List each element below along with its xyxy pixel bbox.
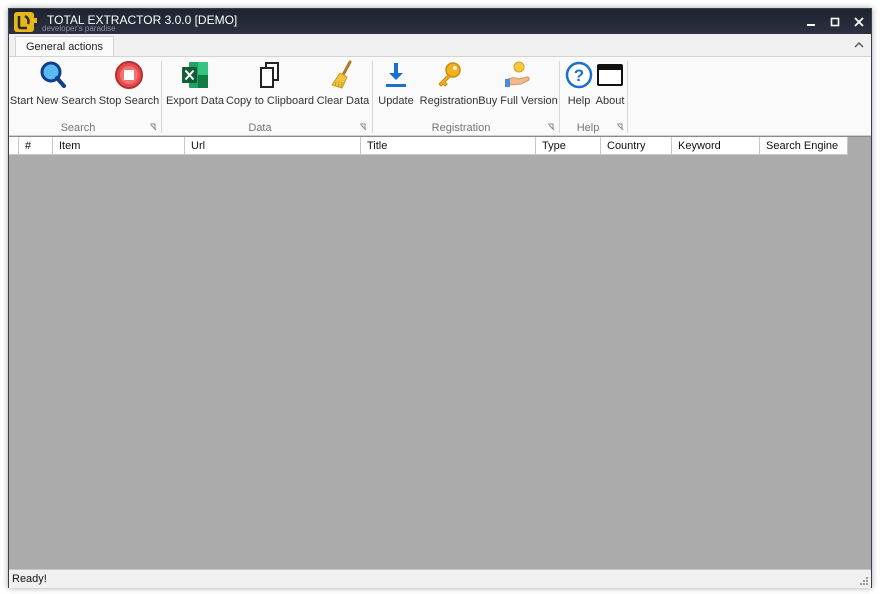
copy-to-clipboard-button[interactable]: Copy to Clipboard [225, 59, 315, 111]
collapse-ribbon-icon[interactable] [853, 39, 865, 51]
app-window: TOTAL EXTRACTOR 3.0.0 [DEMO] developer's… [8, 8, 872, 588]
group-label-search: Search [60, 122, 96, 134]
hand-coin-icon [502, 59, 534, 91]
row-header-column [9, 137, 19, 155]
stop-icon [113, 59, 145, 91]
registration-label: Registration [419, 95, 479, 107]
column-header-keyword[interactable]: Keyword [672, 137, 760, 155]
status-text: Ready! [12, 573, 47, 585]
buy-full-version-label: Buy Full Version [478, 95, 558, 107]
update-label: Update [378, 95, 414, 107]
resize-grip-icon[interactable] [859, 576, 869, 586]
stop-search-button[interactable]: Stop Search [97, 59, 161, 111]
ribbon-tab-strip: General actions [9, 34, 871, 57]
column-header-title[interactable]: Title [361, 137, 536, 155]
export-data-label: Export Data [165, 95, 225, 107]
close-icon [854, 16, 864, 27]
results-grid[interactable]: # Item Url Title Type Country Keyword Se… [9, 136, 871, 569]
group-label-registration: Registration [431, 122, 491, 134]
group-divider [627, 61, 628, 133]
column-header-url[interactable]: Url [185, 137, 361, 155]
copy-to-clipboard-label: Copy to Clipboard [225, 95, 315, 107]
broom-icon [327, 59, 359, 91]
group-divider [372, 61, 373, 133]
buy-full-version-button[interactable]: Buy Full Version [478, 59, 558, 111]
about-button[interactable]: About [594, 59, 626, 111]
magnifier-icon [37, 59, 69, 91]
copy-icon [254, 59, 286, 91]
start-new-search-button[interactable]: Start New Search [9, 59, 97, 111]
help-icon: ? [563, 59, 595, 91]
clear-data-button[interactable]: Clear Data [315, 59, 371, 111]
grid-header-row: # Item Url Title Type Country Keyword Se… [9, 137, 848, 155]
help-label: Help [567, 95, 591, 107]
key-icon [433, 59, 465, 91]
window-icon [594, 59, 626, 91]
data-group-launcher-icon[interactable] [359, 123, 367, 131]
column-header-index[interactable]: # [19, 137, 53, 155]
search-group-launcher-icon[interactable] [149, 123, 157, 131]
start-new-search-label: Start New Search [9, 95, 97, 107]
group-divider [161, 61, 162, 133]
excel-icon [179, 59, 211, 91]
download-icon [380, 59, 412, 91]
column-header-item[interactable]: Item [53, 137, 185, 155]
logo-subtitle: developer's paradise [42, 24, 116, 33]
maximize-button[interactable] [823, 9, 847, 34]
status-bar: Ready! [9, 569, 871, 588]
close-button[interactable] [847, 9, 871, 34]
help-group-launcher-icon[interactable] [616, 123, 624, 131]
ribbon-panel: Start New Search Stop Search Search Expo… [9, 56, 871, 136]
stop-search-label: Stop Search [98, 95, 160, 107]
about-label: About [595, 95, 625, 107]
title-bar[interactable]: TOTAL EXTRACTOR 3.0.0 [DEMO] developer's… [9, 9, 871, 34]
column-header-country[interactable]: Country [601, 137, 672, 155]
group-label-data: Data [248, 122, 272, 134]
svg-text:?: ? [574, 66, 584, 85]
clear-data-label: Clear Data [316, 95, 370, 107]
group-divider [559, 61, 560, 133]
update-button[interactable]: Update [377, 59, 415, 111]
group-label-help: Help [576, 122, 600, 134]
export-data-button[interactable]: Export Data [165, 59, 225, 111]
registration-button[interactable]: Registration [417, 59, 481, 111]
minimize-icon [807, 23, 815, 26]
app-logo-icon [14, 12, 37, 32]
registration-group-launcher-icon[interactable] [547, 123, 555, 131]
help-button[interactable]: ? Help [564, 59, 594, 111]
maximize-icon [830, 17, 840, 26]
minimize-button[interactable] [799, 9, 823, 34]
tab-general-actions[interactable]: General actions [15, 36, 115, 57]
column-header-type[interactable]: Type [536, 137, 601, 155]
column-header-search-engine[interactable]: Search Engine [760, 137, 848, 155]
